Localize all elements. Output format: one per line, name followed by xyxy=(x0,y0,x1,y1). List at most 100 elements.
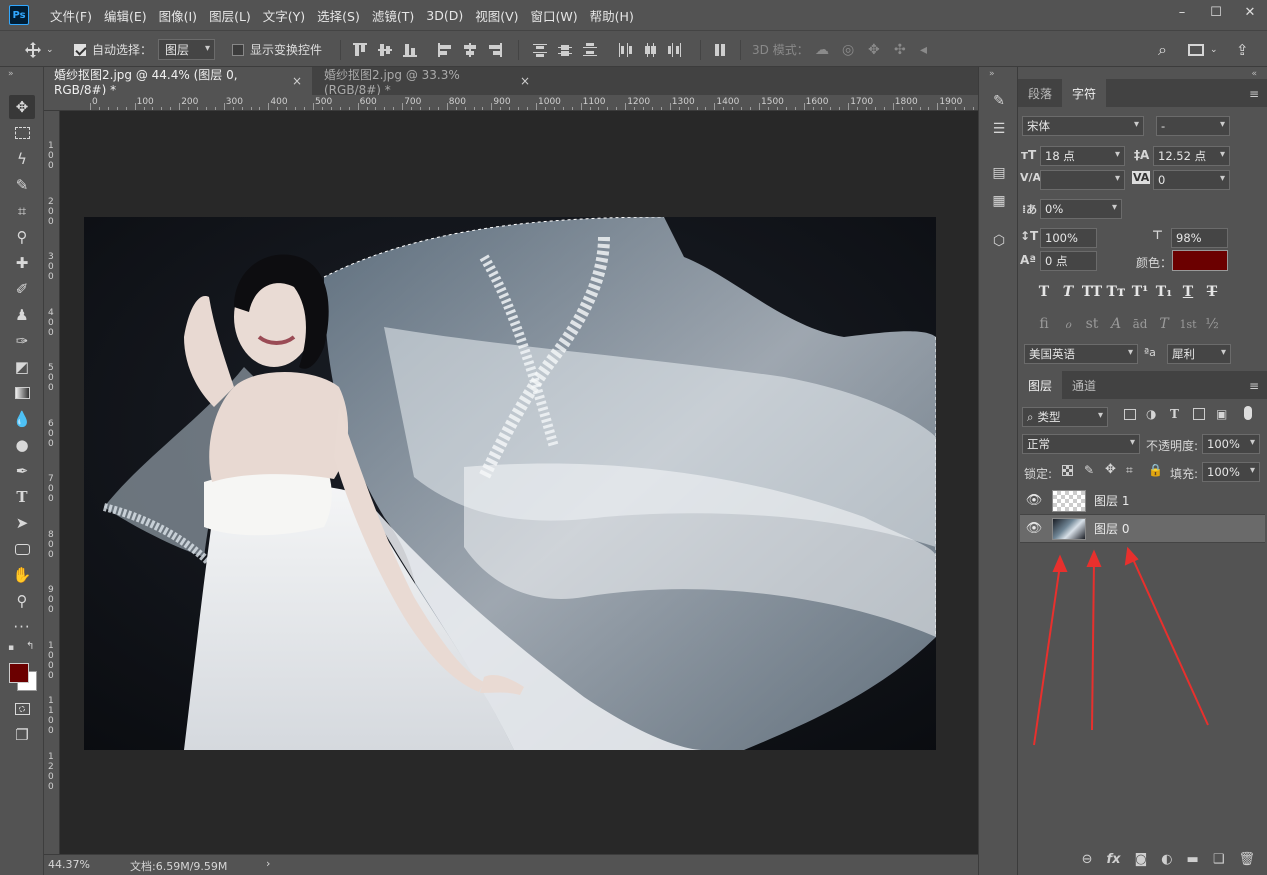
eraser-tool-icon[interactable]: ◩ xyxy=(9,355,35,379)
screen-mode-icon[interactable]: ❐ xyxy=(9,723,35,747)
fx-icon[interactable]: fx xyxy=(1107,852,1121,867)
marquee-tool-icon[interactable] xyxy=(9,121,35,145)
all-caps-button[interactable]: TT xyxy=(1082,283,1102,301)
dodge-tool-icon[interactable]: ● xyxy=(9,433,35,457)
fill-input[interactable]: 100% ▾ xyxy=(1202,462,1260,482)
menu-3d[interactable]: 3D(D) xyxy=(420,8,469,23)
gradient-tool-icon[interactable] xyxy=(9,381,35,405)
move-tool-icon[interactable]: ✥ xyxy=(9,95,35,119)
character-panel-icon[interactable]: ▤ xyxy=(989,163,1009,183)
move-tool-preset[interactable]: ⌄ xyxy=(24,31,54,68)
small-caps-button[interactable]: Tт xyxy=(1106,283,1126,301)
lock-all-icon[interactable]: 🔒 xyxy=(1148,463,1163,477)
hand-tool-icon[interactable]: ✋ xyxy=(9,563,35,587)
lock-pixels-icon[interactable]: ✎ xyxy=(1084,463,1094,477)
filter-type-icon[interactable]: T xyxy=(1170,407,1179,421)
3d-slide-icon[interactable]: ✣ xyxy=(894,31,906,68)
font-family-select[interactable]: 宋体 ▾ xyxy=(1022,116,1144,136)
language-select[interactable]: 美国英语 ▾ xyxy=(1024,344,1138,364)
menu-help[interactable]: 帮助(H) xyxy=(584,6,640,25)
distribute-top-icon[interactable] xyxy=(532,42,548,58)
3d-camera-icon[interactable]: ◂ xyxy=(920,31,927,68)
tab-layers[interactable]: 图层 xyxy=(1018,371,1063,399)
close-window-button[interactable]: ✕ xyxy=(1233,0,1267,24)
blend-mode-select[interactable]: 正常 ▾ xyxy=(1022,434,1140,454)
tab-document-2[interactable]: 婚纱抠图2.jpg @ 33.3%(RGB/8#) * × xyxy=(314,67,540,97)
lock-transparent-icon[interactable] xyxy=(1062,465,1073,476)
menu-file[interactable]: 文件(F) xyxy=(44,6,98,25)
vertical-scale-input[interactable]: 100% xyxy=(1040,228,1097,248)
new-layer-icon[interactable]: ❑ xyxy=(1213,852,1225,867)
distribute-left-icon[interactable] xyxy=(617,42,633,58)
pen-tool-icon[interactable]: ✒ xyxy=(9,459,35,483)
minimize-button[interactable]: – xyxy=(1165,0,1199,24)
crop-tool-icon[interactable]: ⌗ xyxy=(9,199,35,223)
menu-layer[interactable]: 图层(L) xyxy=(203,6,257,25)
layer-name[interactable]: 图层 0 xyxy=(1094,520,1129,537)
text-color-swatch[interactable] xyxy=(1172,250,1228,271)
discretionary-ligatures-button[interactable]: st xyxy=(1082,315,1102,333)
antialias-select[interactable]: 犀利 ▾ xyxy=(1167,344,1231,364)
close-tab-icon[interactable]: × xyxy=(520,74,530,88)
close-tab-icon[interactable]: × xyxy=(292,74,302,88)
align-vertical-center-icon[interactable] xyxy=(377,42,393,58)
menu-type[interactable]: 文字(Y) xyxy=(257,6,311,25)
zoom-tool-icon[interactable]: ⚲ xyxy=(9,589,35,613)
healing-brush-tool-icon[interactable]: ✚ xyxy=(9,251,35,275)
tab-document-1[interactable]: 婚纱抠图2.jpg @ 44.4% (图层 0, RGB/8#) * × xyxy=(44,67,312,97)
opacity-input[interactable]: 100% ▾ xyxy=(1202,434,1260,454)
mask-icon[interactable]: ◙ xyxy=(1135,852,1148,867)
kerning-input[interactable]: ▾ xyxy=(1040,170,1125,190)
superscript-button[interactable]: T¹ xyxy=(1130,283,1150,301)
align-top-icon[interactable] xyxy=(352,42,368,58)
filter-adjustment-icon[interactable]: ◑ xyxy=(1146,407,1156,421)
lock-artboard-icon[interactable]: ⌗ xyxy=(1126,463,1133,478)
blur-tool-icon[interactable]: 💧 xyxy=(9,407,35,431)
distribute-right-icon[interactable] xyxy=(667,42,683,58)
baseline-shift-input[interactable]: 0 点 xyxy=(1040,251,1097,271)
underline-button[interactable]: T xyxy=(1178,283,1198,301)
filter-smart-object-icon[interactable]: ▣ xyxy=(1216,407,1227,421)
show-transform-checkbox[interactable] xyxy=(232,43,244,56)
foreground-color-swatch[interactable] xyxy=(9,663,29,683)
collapse-toolbox-icon[interactable]: » xyxy=(8,69,14,79)
font-style-select[interactable]: - ▾ xyxy=(1156,116,1230,136)
history-brush-tool-icon[interactable]: ✑ xyxy=(9,329,35,353)
path-selection-tool-icon[interactable]: ➤ xyxy=(9,511,35,535)
tab-channels[interactable]: 通道 xyxy=(1062,371,1106,399)
filter-toggle-icon[interactable] xyxy=(1244,406,1252,420)
tab-paragraph[interactable]: 段落 xyxy=(1018,79,1062,107)
adjustments-icon[interactable]: ☰ xyxy=(989,119,1009,139)
tsume-input[interactable]: 0% ▾ xyxy=(1040,199,1122,219)
filter-pixel-icon[interactable] xyxy=(1124,409,1136,420)
lasso-tool-icon[interactable]: ϟ xyxy=(9,147,35,171)
quick-mask-icon[interactable] xyxy=(9,697,35,721)
tab-character[interactable]: 字符 xyxy=(1062,79,1107,107)
document-image[interactable] xyxy=(84,217,936,750)
menu-select[interactable]: 选择(S) xyxy=(311,6,366,25)
default-colors-icon[interactable]: ▪ xyxy=(8,643,14,653)
collapse-panels-icon[interactable]: » xyxy=(989,69,995,79)
auto-select-checkbox[interactable] xyxy=(74,43,86,56)
swap-colors-icon[interactable]: ↰ xyxy=(26,641,34,652)
layer-filter-select[interactable]: ⌕ 类型 ▾ xyxy=(1022,407,1108,427)
distribute-center-icon[interactable] xyxy=(557,42,573,58)
3d-roll-icon[interactable]: ◎ xyxy=(842,31,854,68)
menu-filter[interactable]: 滤镜(T) xyxy=(366,6,420,25)
horizontal-scale-input[interactable]: 98% xyxy=(1171,228,1228,248)
show-transform-option[interactable]: 显示变换控件 xyxy=(232,31,322,68)
layer-row[interactable]: 👁 图层 1 xyxy=(1020,487,1265,515)
clone-stamp-tool-icon[interactable]: ♟ xyxy=(9,303,35,327)
link-icon[interactable]: ⊖ xyxy=(1082,852,1093,867)
tracking-input[interactable]: 0 ▾ xyxy=(1153,170,1230,190)
eye-icon[interactable]: 👁 xyxy=(1020,515,1048,543)
stylistic-alternates-button[interactable]: ād xyxy=(1130,315,1150,333)
align-bottom-icon[interactable] xyxy=(402,42,418,58)
3d-panel-icon[interactable]: ⬡ xyxy=(989,231,1009,251)
workspace-switcher[interactable]: ⌄ xyxy=(1188,31,1218,68)
ordinals-button[interactable]: 1st xyxy=(1178,315,1198,333)
filter-shape-icon[interactable] xyxy=(1193,408,1205,420)
share-icon[interactable]: ⇪ xyxy=(1236,31,1249,68)
layer-name[interactable]: 图层 1 xyxy=(1094,492,1129,509)
menu-edit[interactable]: 编辑(E) xyxy=(98,6,153,25)
